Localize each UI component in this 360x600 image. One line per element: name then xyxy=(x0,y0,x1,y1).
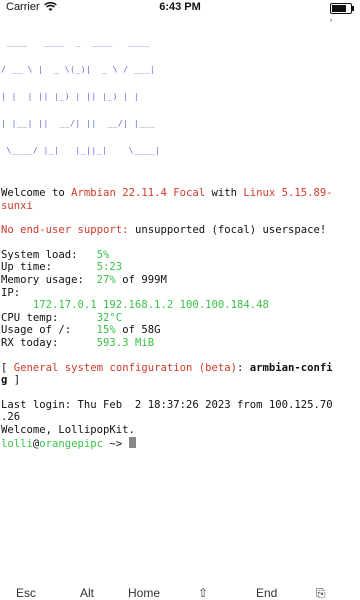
battery-icon xyxy=(330,3,354,14)
prompt-user: lolli xyxy=(1,437,33,450)
uptime-label: Up time: xyxy=(1,261,97,274)
load-label: System load: xyxy=(1,248,97,261)
cpu-temp-label: CPU temp: xyxy=(1,311,97,324)
load-value: 5% xyxy=(96,248,110,261)
ip-addresses: 172.17.0.1 192.168.1.2 100.100.184.48 xyxy=(1,299,269,312)
prompt-path: ~> xyxy=(103,437,129,450)
memory-label: Memory usage: xyxy=(1,273,97,286)
extra-keys-bar: Esc Alt Home ⇧ End ⎘ xyxy=(0,582,360,600)
config-open: [ xyxy=(1,361,14,374)
disk-value: 15% xyxy=(96,324,116,337)
rx-label: RX today: xyxy=(1,336,97,349)
sysinfo-uptime: Up time: 5:23 xyxy=(1,261,357,274)
text-cursor xyxy=(128,436,136,448)
support-text: unsupported (focal) userspace! xyxy=(128,224,327,237)
ip-label: IP: xyxy=(1,286,21,299)
cpu-temp-value: 32°C xyxy=(96,311,123,324)
status-bar: Carrier 6:43 PM xyxy=(0,0,360,16)
logo-line: \____/ |_| |_||_| \____| xyxy=(1,146,161,155)
logo-line: ____ ____ _ ____ ____ xyxy=(1,38,156,47)
last-login-cont: .26 xyxy=(1,411,21,424)
sysinfo-load: System load: 5% xyxy=(1,249,357,262)
rx-value: 593.3 MiB xyxy=(96,336,155,349)
shell-prompt[interactable]: lolli@orangepipc ~> xyxy=(1,436,357,451)
sysinfo-memory: Memory usage: 27% of 999M xyxy=(1,274,357,287)
logo-line: / __ \ | _ \(_)| _ \ / ___| xyxy=(1,65,156,74)
disk-label: Usage of /: xyxy=(1,324,97,337)
esc-key[interactable]: Esc xyxy=(16,586,36,600)
memory-value: 27% xyxy=(96,273,116,286)
memory-suffix: of 999M xyxy=(115,273,167,286)
config-text: General system configuration (beta) xyxy=(13,361,237,374)
config-hint-cont: g ] xyxy=(1,374,357,387)
config-command: armbian-confi xyxy=(249,361,333,374)
welcome-prefix: Welcome to xyxy=(1,187,72,199)
config-colon: : xyxy=(237,361,250,374)
kernel-version: Linux 5.15.89- xyxy=(243,187,333,199)
alt-key[interactable]: Alt xyxy=(80,586,94,600)
shift-key-icon[interactable]: ⇧ xyxy=(198,586,208,600)
logo-line: | |__| || __/| || __/| |___ xyxy=(1,119,161,128)
sysinfo-disk: Usage of /: 15% of 58G xyxy=(1,324,357,337)
kernel-version-cont: sunxi xyxy=(1,199,33,212)
uptime-value: 5:23 xyxy=(96,261,123,274)
clipboard-icon[interactable]: ⎘ xyxy=(316,586,326,600)
ascii-logo: ____ ____ _ ____ ____ / __ \ | _ \(_)| _… xyxy=(1,20,357,173)
config-hint: [ General system configuration (beta): a… xyxy=(1,362,357,375)
disk-suffix: of 58G xyxy=(115,324,161,337)
prompt-host: orangepipc xyxy=(39,437,104,450)
end-key[interactable]: End xyxy=(256,586,277,600)
sysinfo-rx: RX today: 593.3 MiB xyxy=(1,337,357,350)
logo-line: | | | || |_) | || |_) | | xyxy=(1,92,161,101)
welcome-line: Welcome to Armbian 22.11.4 Focal with Li… xyxy=(1,187,357,200)
sysinfo-cpu-temp: CPU temp: 32°C xyxy=(1,312,357,325)
welcome-middle: with xyxy=(205,187,244,199)
battery-fill xyxy=(332,5,346,12)
home-key[interactable]: Home xyxy=(128,586,160,600)
last-login: Last login: Thu Feb 2 18:37:26 2023 from… xyxy=(1,398,333,411)
distro-name: Armbian 22.11.4 Focal xyxy=(71,187,206,199)
support-line: No end-user support: unsupported (focal)… xyxy=(1,224,357,237)
terminal-output[interactable]: ____ ____ _ ____ ____ / __ \ | _ \(_)| _… xyxy=(1,20,357,450)
config-close: ] xyxy=(7,374,21,387)
support-label: No end-user support: xyxy=(1,224,129,237)
welcome-user: Welcome, LollipopKit. xyxy=(1,423,135,436)
clock: 6:43 PM xyxy=(159,1,201,13)
